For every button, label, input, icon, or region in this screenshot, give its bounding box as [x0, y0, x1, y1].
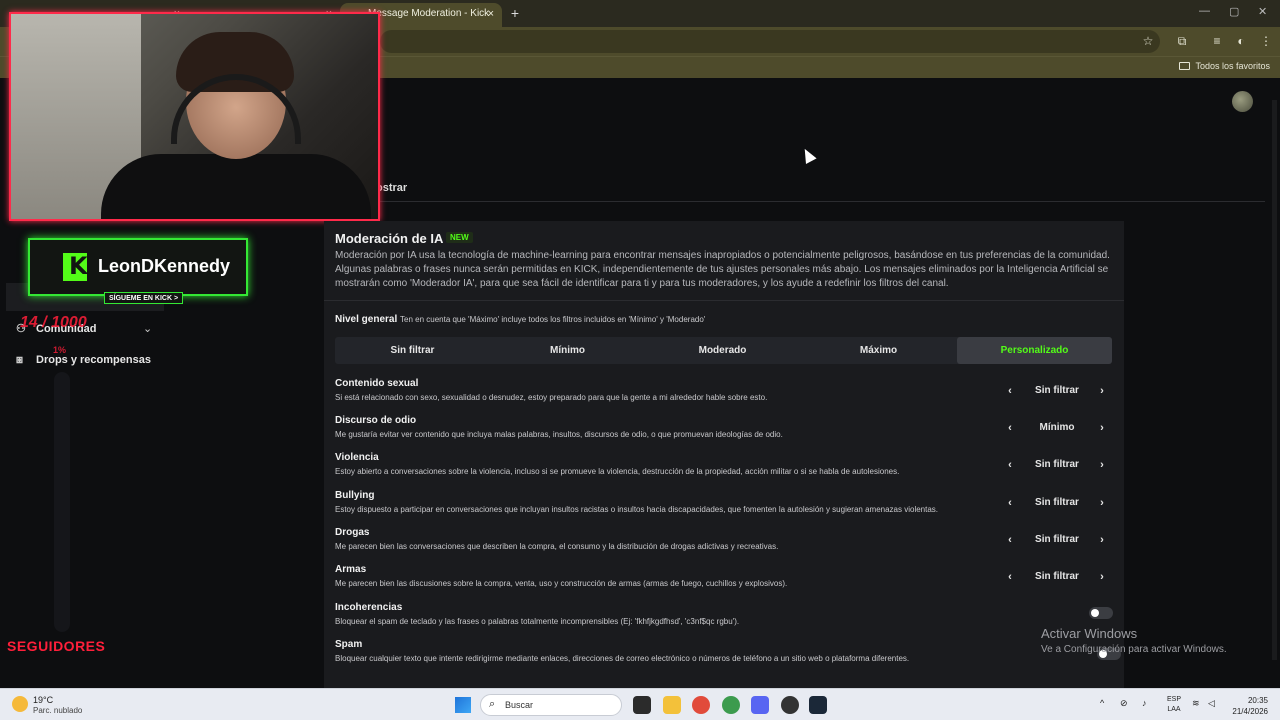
media-icon[interactable]: ≡ — [1209, 33, 1225, 49]
clock[interactable]: 20:35 21/4/2026 — [1226, 695, 1268, 717]
category-row-drogas: Drogas Me parecen bien las conversacione… — [335, 527, 1112, 563]
follower-goal-percent: 1% — [53, 345, 67, 355]
section-title: Moderación de IA — [335, 231, 444, 246]
folder-icon — [1179, 62, 1191, 70]
tab-divider — [330, 201, 1265, 202]
channel-name: LeonDKennedy — [98, 256, 231, 276]
star-bookmark-icon[interactable]: ☆ — [1140, 33, 1156, 49]
chevron-left-icon[interactable]: ‹ — [1000, 455, 1020, 475]
menu-icon[interactable]: ⋮ — [1258, 33, 1274, 49]
follow-badge: SÍGUEME EN KICK > — [104, 292, 184, 304]
windows-start-icon[interactable] — [455, 697, 471, 713]
chrome-profile-icon[interactable] — [722, 696, 740, 714]
toggle-switch[interactable] — [1089, 607, 1113, 619]
windows-taskbar: 19°C Parc. nublado ⌕ Buscar ^ ⊘ ♪ ESP LAA… — [0, 688, 1280, 720]
chevron-right-icon[interactable]: › — [1092, 455, 1112, 475]
chevron-left-icon[interactable]: ‹ — [1000, 418, 1020, 438]
minimize-icon[interactable]: — — [1199, 5, 1210, 17]
follower-goal-count: 14 / 1000 — [20, 314, 87, 331]
profile-icon[interactable]: ◐ — [1233, 33, 1249, 49]
close-window-icon[interactable]: ✕ — [1258, 5, 1267, 18]
chevron-right-icon[interactable]: › — [1092, 493, 1112, 513]
windows-activation-watermark: Activar Windows Ve a Configuración para … — [1041, 626, 1227, 655]
follower-goal-bar — [54, 372, 70, 632]
level-option-personalizado[interactable]: Personalizado — [957, 337, 1112, 364]
category-value: Sin filtrar — [1035, 571, 1079, 582]
chevron-left-icon[interactable]: ‹ — [1000, 381, 1020, 401]
category-row-discurso-odio: Discurso de odio Me gustaría evitar ver … — [335, 415, 1112, 451]
close-tab-icon[interactable]: × — [488, 3, 494, 25]
new-tab-button[interactable]: + — [506, 4, 524, 22]
microphone-icon[interactable]: ♪ — [1142, 698, 1147, 708]
category-row-armas: Armas Me parecen bien las discusiones so… — [335, 564, 1112, 600]
level-option-maximo[interactable]: Máximo — [801, 337, 956, 364]
category-value: Sin filtrar — [1035, 385, 1079, 396]
extensions-icon[interactable]: ⧉ — [1174, 33, 1190, 49]
category-value: Mínimo — [1039, 422, 1075, 433]
page-scrollbar[interactable] — [1272, 100, 1277, 660]
chevron-left-icon[interactable]: ‹ — [1000, 567, 1020, 587]
webcam-overlay — [9, 12, 380, 221]
category-row-bullying: Bullying Estoy dispuesto a participar en… — [335, 490, 1112, 526]
language-indicator[interactable]: ESP LAA — [1164, 695, 1184, 715]
category-value: Sin filtrar — [1035, 534, 1079, 545]
task-view-icon[interactable] — [633, 696, 651, 714]
category-value: Sin filtrar — [1035, 497, 1079, 508]
divider — [324, 300, 1124, 301]
category-value: Sin filtrar — [1035, 459, 1079, 470]
section-description: Moderación por IA usa la tecnología de m… — [335, 250, 1110, 289]
follower-goal-label: SEGUIDORES — [7, 638, 106, 654]
chrome-icon[interactable] — [692, 696, 710, 714]
discord-icon[interactable] — [751, 696, 769, 714]
chevron-right-icon[interactable]: › — [1092, 567, 1112, 587]
steam-icon[interactable] — [809, 696, 827, 714]
toggle-row-spam: Spam Bloquear cualquier texto que intent… — [335, 639, 1121, 675]
weather-sun-icon — [12, 696, 28, 712]
maximize-icon[interactable]: ▢ — [1229, 5, 1239, 18]
sidebar-item-drops[interactable]: ⧆ Drops y recompensas — [16, 354, 151, 367]
general-level-title: Nivel general — [335, 314, 398, 325]
obs-icon[interactable] — [781, 696, 799, 714]
toggle-row-incoherencias: Incoherencias Bloquear el spam de teclad… — [335, 602, 1113, 638]
level-option-sin-filtrar[interactable]: Sin filtrar — [335, 337, 490, 364]
chevron-left-icon[interactable]: ‹ — [1000, 530, 1020, 550]
all-bookmarks-folder[interactable]: Todos los favoritos — [1179, 61, 1270, 71]
level-selector: Sin filtrar Mínimo Moderado Máximo Perso… — [335, 337, 1112, 364]
wifi-icon[interactable]: ≋ — [1192, 698, 1200, 709]
chevron-right-icon[interactable]: › — [1092, 418, 1112, 438]
ai-moderation-card: Moderación de IA NEW Moderación por IA u… — [324, 221, 1124, 688]
section-tab-partial[interactable]: ostrar — [376, 182, 407, 194]
volume-icon[interactable]: ◁ — [1208, 698, 1215, 709]
network-off-icon[interactable]: ⊘ — [1120, 698, 1128, 709]
search-icon: ⌕ — [489, 698, 496, 710]
kick-channel-overlay: K LeonDKennedy SÍGUEME EN KICK > — [28, 238, 248, 304]
chevron-right-icon[interactable]: › — [1092, 381, 1112, 401]
user-avatar[interactable] — [1232, 91, 1253, 112]
new-badge: NEW — [446, 232, 473, 243]
gift-icon: ⧆ — [16, 354, 23, 366]
address-bar[interactable] — [380, 30, 1160, 53]
general-level-note: Ten en cuenta que 'Máximo' incluye todos… — [400, 315, 706, 324]
category-row-contenido-sexual: Contenido sexual Si está relacionado con… — [335, 378, 1112, 414]
chevron-up-icon[interactable]: ^ — [1100, 698, 1104, 708]
level-option-moderado[interactable]: Moderado — [645, 337, 800, 364]
chevron-right-icon[interactable]: › — [1092, 530, 1112, 550]
chevron-left-icon[interactable]: ‹ — [1000, 493, 1020, 513]
taskbar-search[interactable]: ⌕ Buscar — [480, 694, 622, 716]
file-explorer-icon[interactable] — [663, 696, 681, 714]
category-row-violencia: Violencia Estoy abierto a conversaciones… — [335, 452, 1112, 488]
chevron-down-icon[interactable]: ⌄ — [143, 322, 152, 335]
level-option-minimo[interactable]: Mínimo — [490, 337, 645, 364]
